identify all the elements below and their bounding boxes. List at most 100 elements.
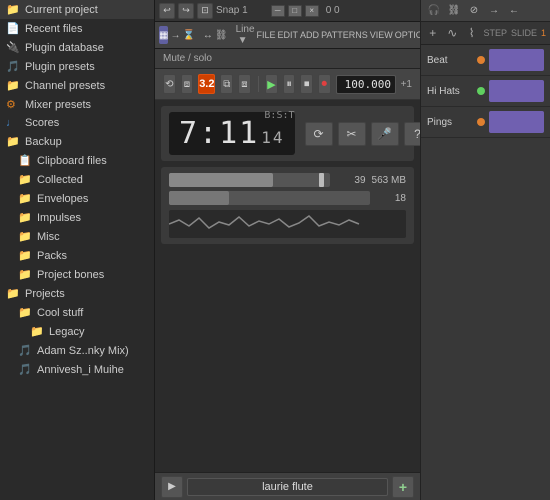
sidebar-item-0[interactable]: 📁 Current project <box>0 0 154 19</box>
instrument-bar: ▶ laurie flute + <box>155 472 420 500</box>
sidebar-label-6: Scores <box>25 117 59 129</box>
menu-patterns[interactable]: PATTERNS <box>321 30 368 40</box>
play-btn[interactable]: ▶ <box>265 74 278 94</box>
sidebar-item-8[interactable]: 📋Clipboard files <box>0 151 154 170</box>
sidebar-icon-0: 📁 <box>6 3 20 16</box>
sidebar-icon-6: ♩ <box>6 117 20 129</box>
headphone-icon[interactable]: 🎧 <box>425 2 443 20</box>
waveform-display <box>169 210 406 238</box>
time-controls: ⟳ ✂ 🎤 ? <box>305 122 420 146</box>
grid-icon[interactable]: ▦ <box>159 26 168 44</box>
sidebar-icon-12: 📁 <box>18 230 32 243</box>
win-maximize[interactable]: □ <box>288 5 302 17</box>
pause-btn[interactable]: ⏸ <box>283 74 296 94</box>
channel-item-1[interactable]: Hi Hats <box>421 76 550 107</box>
channel-block-1[interactable] <box>489 80 544 102</box>
time-sub: 14 <box>261 128 284 147</box>
sidebar-item-9[interactable]: 📁Collected <box>0 170 154 189</box>
link2-icon[interactable]: ⛓ <box>445 2 463 20</box>
sidebar-icon-2: 🔌 <box>6 41 20 54</box>
menu-view[interactable]: VIEW <box>370 30 393 40</box>
sidebar-item-2[interactable]: 🔌 Plugin database <box>0 38 154 57</box>
icon-toolbar: ▦ → ⌛ ↔ ⛓ Line ▼ FILE EDIT ADD PATTERNS … <box>155 22 420 49</box>
redo-btn[interactable]: ↪ <box>178 3 194 19</box>
sidebar-item-15[interactable]: 📁Projects <box>0 284 154 303</box>
record-btn[interactable]: ⏺ <box>318 74 331 94</box>
inst-add-btn[interactable]: + <box>392 476 414 498</box>
channel-block-0[interactable] <box>489 49 544 71</box>
sidebar-item-4[interactable]: 📁Channel presets <box>0 76 154 95</box>
num-display: 1 <box>541 28 546 38</box>
mute-solo-bar: Mute / solo <box>155 49 420 69</box>
slider-2[interactable] <box>169 191 370 205</box>
sidebar-icon-17: 📁 <box>30 325 44 338</box>
transport-icon2[interactable]: ⧈ <box>181 74 194 94</box>
sidebar-icon-8: 📋 <box>18 154 32 167</box>
time-help-btn[interactable]: ? <box>404 122 420 146</box>
sidebar-item-3[interactable]: 🎵Plugin presets <box>0 57 154 76</box>
time-display-box: B:S:T 7:1114 <box>169 112 295 155</box>
sidebar-item-1[interactable]: 📄Recent files <box>0 19 154 38</box>
chain-icon[interactable]: ⛓ <box>215 26 228 44</box>
sidebar-label-13: Packs <box>37 250 67 262</box>
arrow2-icon[interactable]: → <box>485 2 503 20</box>
win-minimize[interactable]: ─ <box>271 5 285 17</box>
win-close[interactable]: × <box>305 5 319 17</box>
time-cut-btn[interactable]: ✂ <box>338 122 366 146</box>
menu-file[interactable]: FILE <box>257 30 276 40</box>
undo-btn[interactable]: ↩ <box>159 3 175 19</box>
transport-icon4[interactable]: ⧉ <box>220 74 233 94</box>
bpm-display[interactable]: 100.000 <box>336 75 396 94</box>
sidebar-item-18[interactable]: 🎵Adam Sz..nky Mix) <box>0 341 154 360</box>
stamp-icon[interactable]: ⌛ <box>182 26 194 44</box>
channel-dot-1 <box>477 87 485 95</box>
sliders-section: 39 563 MB 18 <box>161 167 414 244</box>
sidebar-item-10[interactable]: 📁Envelopes <box>0 189 154 208</box>
slider-1[interactable] <box>169 173 330 187</box>
sidebar-icon-5: ⚙ <box>6 98 20 111</box>
inst-play-btn[interactable]: ▶ <box>161 476 183 498</box>
menu-edit[interactable]: EDIT <box>278 30 299 40</box>
plus-icon[interactable]: + <box>425 24 440 42</box>
left-arrow-icon[interactable]: ← <box>505 2 523 20</box>
sidebar-item-6[interactable]: ♩ Scores <box>0 114 154 132</box>
sidebar-item-16[interactable]: 📁Cool stuff <box>0 303 154 322</box>
sidebar-label-0: Current project <box>25 4 98 16</box>
channel-item-0[interactable]: Beat <box>421 45 550 76</box>
channel-name-2: Pings <box>427 117 473 128</box>
slider-row-1: 39 563 MB <box>169 173 406 187</box>
sidebar-label-4: Channel presets <box>25 80 105 92</box>
channel-block-2[interactable] <box>489 111 544 133</box>
mute-icon[interactable]: ⊘ <box>465 2 483 20</box>
connect-icon[interactable]: ∿ <box>444 24 459 42</box>
sidebar-item-17[interactable]: 📁 Legacy <box>0 322 154 341</box>
wave-icon[interactable]: ⌇ <box>464 24 479 42</box>
time-mic-btn[interactable]: 🎤 <box>371 122 399 146</box>
sidebar-item-5[interactable]: ⚙Mixer presets <box>0 95 154 114</box>
menu-options[interactable]: OPTIONS <box>395 30 420 40</box>
sidebar-item-19[interactable]: 🎵Annivesh_i Muihe <box>0 360 154 379</box>
sidebar-icon-16: 📁 <box>18 306 32 319</box>
menu-add[interactable]: ADD <box>300 30 319 40</box>
stop-btn[interactable]: ⏹ <box>300 74 313 94</box>
sidebar-item-12[interactable]: 📁Misc <box>0 227 154 246</box>
channel-item-2[interactable]: Pings <box>421 107 550 138</box>
transport-icon5[interactable]: ⧈ <box>238 74 251 94</box>
sidebar-label-11: Impulses <box>37 212 81 224</box>
transport-bar: ⟲ ⧈ 3.2 ⧉ ⧈ ▶ ⏸ ⏹ ⏺ 100.000 +1 <box>155 69 420 100</box>
arrow-icon[interactable]: → <box>170 26 180 44</box>
time-reset-btn[interactable]: ⟳ <box>305 122 333 146</box>
sidebar-label-17: Legacy <box>49 326 84 338</box>
sidebar-label-9: Collected <box>37 174 83 186</box>
beat-indicator[interactable]: 3.2 <box>198 74 215 94</box>
snap-icon[interactable]: ⊡ <box>197 3 213 19</box>
sidebar-item-13[interactable]: 📁Packs <box>0 246 154 265</box>
channel-name-0: Beat <box>427 55 473 66</box>
transport-icon1[interactable]: ⟲ <box>163 74 176 94</box>
sidebar-item-14[interactable]: 📁Project bones <box>0 265 154 284</box>
sidebar-label-2: Plugin database <box>25 42 104 54</box>
sidebar-item-11[interactable]: 📁Impulses <box>0 208 154 227</box>
sidebar-item-7[interactable]: 📁Backup <box>0 132 154 151</box>
link-icon[interactable]: ↔ <box>203 26 213 44</box>
time-display-area: B:S:T 7:1114 ⟳ ✂ 🎤 ? <box>161 106 414 161</box>
